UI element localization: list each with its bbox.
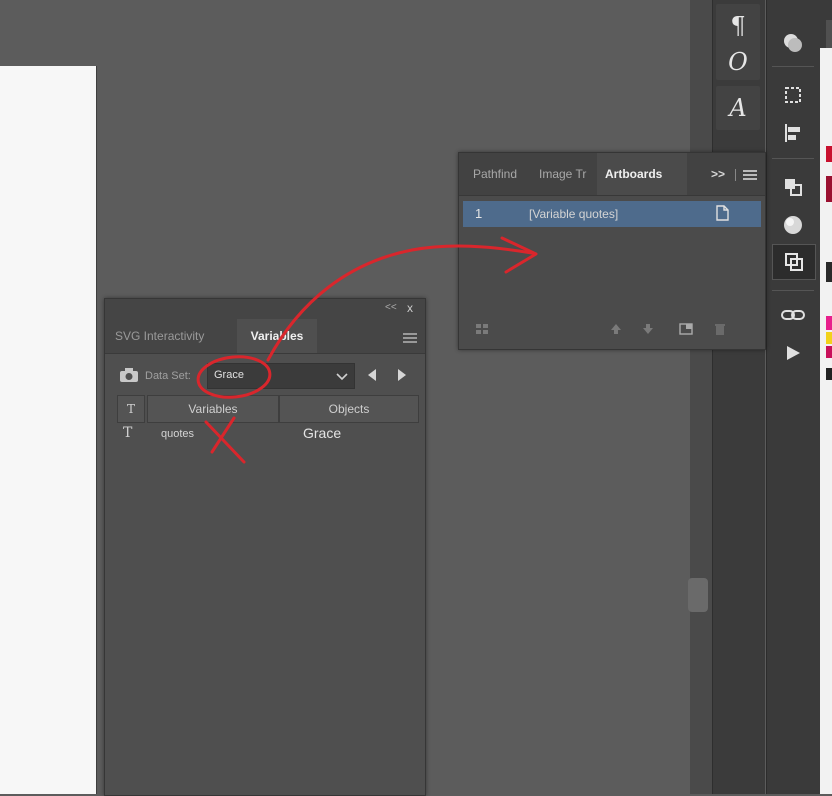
artboard-row-selected[interactable]: 1 [Variable quotes]: [463, 201, 761, 227]
swatch-yellow[interactable]: [826, 332, 832, 344]
artboard-canvas[interactable]: [0, 66, 97, 794]
column-header-variables[interactable]: Variables: [147, 395, 279, 423]
move-down-icon[interactable]: [641, 323, 655, 335]
collapse-icon[interactable]: <<: [385, 302, 397, 313]
artboards-panel: Pathfind Image Tr Artboards >> 1 [Variab…: [458, 152, 766, 350]
pilcrow-icon[interactable]: ¶: [716, 6, 760, 46]
opentype-icon[interactable]: O: [716, 42, 760, 82]
text-variable-icon: T: [123, 425, 133, 441]
shape-icon[interactable]: [772, 26, 814, 60]
character-styles-icon[interactable]: A: [716, 88, 760, 128]
next-data-set-icon[interactable]: [395, 367, 409, 383]
data-set-label: Data Set:: [145, 370, 191, 382]
appearance-icon[interactable]: [772, 208, 814, 242]
artboards-icon[interactable]: [772, 244, 816, 280]
artboards-panel-tabbar: Pathfind Image Tr Artboards >>: [459, 153, 765, 196]
tab-image-trace[interactable]: Image Tr: [535, 153, 599, 195]
actions-play-icon[interactable]: [772, 336, 814, 370]
capture-data-set-icon[interactable]: [119, 367, 139, 383]
links-icon[interactable]: [772, 298, 814, 332]
column-header-objects[interactable]: Objects: [279, 395, 419, 423]
move-up-icon[interactable]: [609, 323, 623, 335]
artboard-number: 1: [475, 206, 483, 221]
panel-overflow-icon[interactable]: >>: [711, 153, 731, 195]
delete-artboard-icon[interactable]: [713, 323, 727, 335]
artboard-name[interactable]: [Variable quotes]: [529, 207, 618, 221]
vertical-scrollbar-track[interactable]: [690, 0, 712, 794]
table-row[interactable]: T quotes Grace: [105, 423, 425, 445]
artboards-panel-footer: [459, 313, 765, 347]
new-artboard-icon[interactable]: [679, 323, 693, 335]
swatch-dark-red[interactable]: [826, 176, 832, 202]
edge-panel-strip: [820, 0, 832, 794]
swatch-black-2[interactable]: [826, 368, 832, 380]
align-icon[interactable]: [772, 116, 814, 150]
variable-name[interactable]: quotes: [161, 428, 194, 440]
chevron-down-icon: [336, 369, 348, 387]
data-set-dropdown[interactable]: Grace: [207, 363, 355, 389]
tab-artboards[interactable]: Artboards: [597, 153, 687, 195]
panel-title-strip[interactable]: << x: [105, 299, 425, 319]
tab-pathfinder[interactable]: Pathfind: [465, 153, 543, 195]
artboard-options-icon[interactable]: [715, 205, 729, 226]
rearrange-icon[interactable]: [475, 323, 489, 335]
scrollbar-thumb[interactable]: [688, 578, 708, 612]
close-icon[interactable]: x: [407, 301, 413, 315]
type-column-header: T: [117, 395, 145, 423]
bound-object-name: Grace: [303, 425, 342, 441]
variables-panel: << x SVG Interactivity Variables Data Se…: [104, 298, 426, 796]
previous-data-set-icon[interactable]: [365, 367, 379, 383]
tab-variables[interactable]: Variables: [237, 319, 317, 353]
tab-svg-interactivity[interactable]: SVG Interactivity: [115, 319, 239, 353]
swatch-red[interactable]: [826, 146, 832, 162]
swatch-pink[interactable]: [826, 346, 832, 358]
swatch-black[interactable]: [826, 262, 832, 282]
data-set-value: Grace: [214, 369, 244, 381]
transform-icon[interactable]: [772, 78, 814, 112]
pathfinder-icon[interactable]: [772, 170, 814, 204]
variables-panel-tabbar: SVG Interactivity Variables: [105, 319, 425, 354]
panel-menu-icon[interactable]: [743, 168, 757, 180]
panel-menu-icon[interactable]: [403, 331, 417, 343]
swatch-magenta[interactable]: [826, 316, 832, 330]
